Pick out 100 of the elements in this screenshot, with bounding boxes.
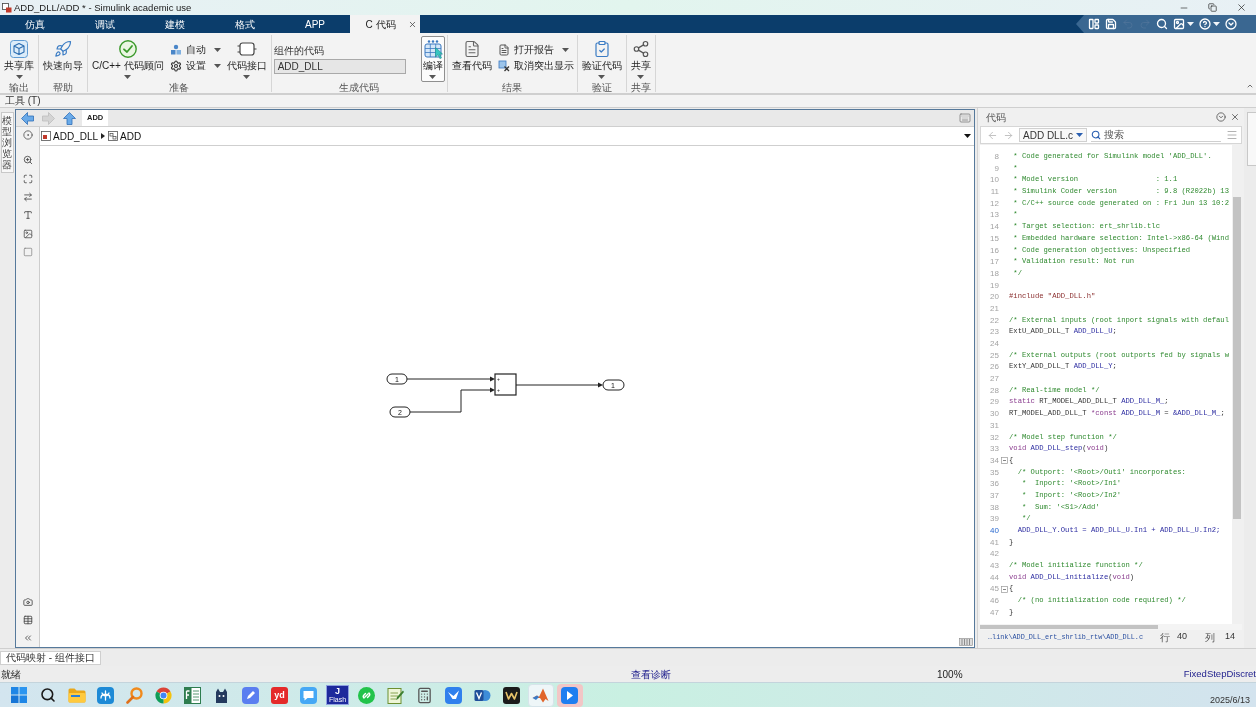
up-arrow-icon[interactable] (63, 111, 76, 125)
line-number: 12 (989, 197, 999, 210)
side-tab[interactable]: 模型浏览器 (0, 112, 14, 173)
ribbon-tab[interactable]: 建模 (140, 15, 210, 33)
clipboard-check-icon (592, 40, 611, 58)
close-icon[interactable] (407, 19, 417, 29)
help-icon[interactable] (1199, 18, 1211, 30)
fit-view-icon[interactable] (22, 174, 33, 184)
status-text: 就绪 (1, 668, 21, 680)
fold-icon[interactable] (1000, 457, 1008, 465)
collapse-icon[interactable] (1246, 82, 1254, 90)
loop-app-icon[interactable] (97, 686, 114, 704)
ribbon-button[interactable]: 验证代码 (579, 36, 624, 82)
save-icon[interactable] (1105, 18, 1117, 30)
ribbon-button[interactable]: 打开报告 (496, 42, 575, 58)
keyboard-icon[interactable] (958, 112, 972, 124)
line-number: 35 (989, 466, 999, 479)
cube-icon (10, 40, 28, 58)
app-logo-icon (2, 2, 12, 13)
close-icon[interactable] (1230, 112, 1240, 122)
ribbon-button[interactable]: 取消突出显示 (496, 58, 575, 74)
bird-app-icon[interactable] (445, 686, 462, 704)
breadcrumb-item[interactable]: ADD (108, 128, 142, 144)
ribbon-button[interactable]: 共享库 (2, 36, 36, 82)
search-icon[interactable] (1156, 18, 1168, 30)
search-icon[interactable] (39, 687, 56, 703)
resize-grip-icon[interactable] (959, 638, 973, 646)
line-number: 17 (989, 256, 999, 268)
target-icon[interactable] (22, 130, 33, 140)
diagnostics-link[interactable]: 查看诊断 (631, 668, 671, 680)
window-title: ADD_DLL/ADD * - Simulink academic use (14, 1, 192, 15)
text-icon[interactable] (22, 210, 33, 220)
scrollbar-thumb[interactable] (980, 625, 1158, 629)
breadcrumb-item[interactable]: ADD_DLL (41, 128, 99, 144)
ribbon-tab[interactable]: 调试 (70, 15, 140, 33)
spreadsheet-icon[interactable] (184, 686, 201, 704)
chat-app-icon[interactable] (300, 686, 317, 704)
bottom-tab[interactable]: 代码映射 - 组件接口 (0, 650, 101, 665)
check-circle-icon (118, 40, 137, 58)
ribbon-tab[interactable]: C 代码 (350, 15, 420, 33)
line-number: 42 (989, 548, 999, 561)
circle-chevron-icon[interactable] (1225, 18, 1237, 30)
subsystem-icon (108, 131, 119, 141)
table-icon[interactable] (22, 615, 33, 625)
image-icon[interactable] (22, 229, 33, 239)
search-icon (1091, 129, 1101, 140)
pen-app-icon[interactable] (242, 686, 259, 704)
calculator-icon[interactable] (416, 686, 433, 704)
line-number: 20 (989, 291, 999, 303)
caret-icon (1076, 133, 1083, 137)
magnifier-icon[interactable] (126, 686, 143, 704)
line-number: 32 (989, 431, 999, 444)
ribbon-button[interactable]: 编译 (420, 36, 445, 82)
zoom-in-icon[interactable] (22, 155, 33, 165)
caret-icon (1187, 22, 1194, 26)
taskbar-button[interactable] (556, 683, 583, 707)
mouse-pointer-icon (434, 47, 443, 59)
camera-icon[interactable] (22, 597, 33, 607)
cat-icon[interactable] (213, 686, 230, 704)
line-value: 40 (1177, 630, 1187, 644)
arrows-icon[interactable] (22, 192, 33, 202)
ribbon-button[interactable]: 共享 (628, 36, 653, 82)
line-number: 37 (989, 489, 999, 502)
model-icon (41, 131, 51, 141)
file-dropdown[interactable]: ADD DLL.c (1019, 128, 1087, 142)
back-arrow-icon[interactable] (21, 111, 34, 125)
ribbon-tab[interactable]: 仿真 (0, 15, 70, 33)
square-icon[interactable] (22, 247, 33, 257)
ribbon-button[interactable]: 查看代码 (449, 36, 494, 82)
panel-title: 代码 (986, 110, 1006, 125)
folder-icon[interactable] (67, 687, 86, 703)
ribbon-tab[interactable]: 格式 (210, 15, 280, 33)
browser-icon[interactable] (155, 686, 172, 704)
ribbon-button[interactable]: 自动 (168, 42, 222, 58)
ribbon-button[interactable]: 代码接口 (224, 36, 269, 82)
line-number: 9 (993, 162, 999, 175)
panel-menu-icon[interactable] (1216, 112, 1226, 122)
document-icon (462, 40, 481, 58)
app-logo-icon[interactable] (503, 686, 520, 704)
search-field[interactable]: 搜索 (1091, 128, 1221, 142)
windows-logo-icon[interactable] (10, 687, 27, 703)
solver-link[interactable]: FixedStepDiscret (1183, 666, 1256, 682)
scrollbar-thumb[interactable] (1233, 197, 1241, 519)
menu-icon[interactable] (1226, 129, 1238, 141)
collapse-icon[interactable] (22, 633, 33, 643)
layout-icon[interactable] (1088, 18, 1100, 30)
ribbon-tab[interactable]: APP (280, 15, 350, 33)
component-code-field[interactable]: ADD_DLL (273, 59, 406, 74)
app-tile-button[interactable]: yd (271, 686, 288, 704)
ribbon-button[interactable]: C/C++ 代码顾问 (90, 36, 166, 82)
notepad-icon[interactable] (387, 686, 404, 704)
column-label: 列 (1205, 630, 1215, 645)
arrow-app-icon[interactable] (561, 686, 578, 704)
fold-icon[interactable] (1000, 585, 1008, 593)
link-app-icon[interactable] (358, 686, 375, 704)
taskbar-button[interactable] (527, 683, 554, 707)
ribbon-button[interactable]: 设置 (168, 58, 222, 74)
ribbon-button[interactable]: 快速向导 (41, 36, 85, 82)
section-label: 共享 (630, 82, 651, 94)
tools-menu[interactable]: 工具 (T) (5, 95, 41, 107)
